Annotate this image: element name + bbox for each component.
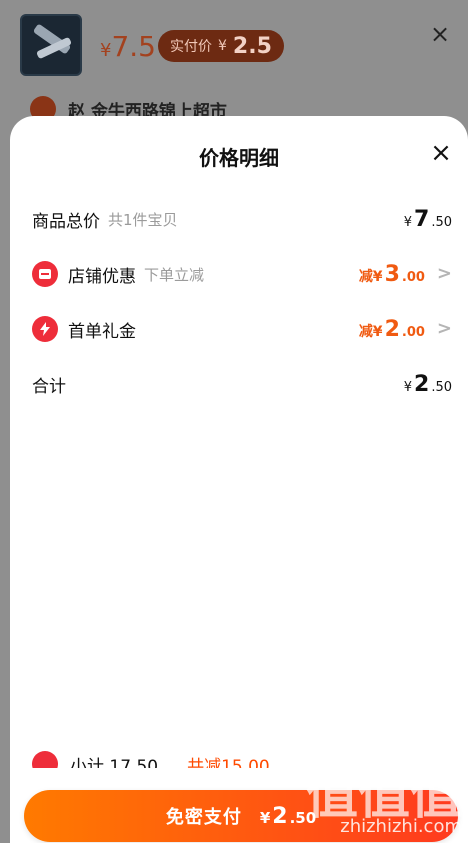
first-order-amount: 减¥ 2.00 > (358, 316, 452, 342)
badge-currency: ¥ (218, 38, 227, 54)
goods-total-amount: ¥7.50 (403, 206, 452, 232)
subtotal-icon (32, 751, 58, 768)
store-discount-sub: 下单立减 (144, 265, 205, 284)
pay-button-label: 免密支付 (165, 807, 242, 828)
badge-label: 实付价 (170, 39, 212, 55)
background-close-icon[interactable]: × (428, 22, 452, 46)
goods-total-label: 商品总价 (32, 211, 100, 232)
subtotal-discount-text: 共减15.00 (187, 756, 270, 769)
first-order-label: 首单礼金 (68, 321, 136, 342)
store-icon (32, 261, 58, 287)
sheet-title: 价格明细 (199, 146, 279, 170)
actual-price-badge: 实付价 ¥ 2.5 (158, 30, 284, 62)
chevron-right-icon: > (436, 262, 452, 284)
background-price: ¥7.5 (100, 30, 156, 63)
sum-amount: ¥2.50 (403, 371, 452, 397)
chevron-right-icon: > (436, 317, 452, 339)
close-icon[interactable]: × (428, 140, 454, 166)
watermark: 值值值 zhizhizhi.com (306, 770, 462, 837)
badge-value: 2.5 (232, 33, 272, 59)
store-discount-amount: 减¥ 3.00 > (358, 261, 452, 287)
store-discount-label: 店铺优惠 (68, 266, 136, 287)
lightning-icon (32, 316, 58, 342)
subtotal-peek: 小计 17.50， 共减15.00 (32, 748, 442, 768)
goods-total-sub: 共1件宝贝 (108, 210, 178, 229)
product-thumbnail (20, 14, 82, 76)
price-detail-sheet: 价格明细 × 商品总价 共1件宝贝 ¥7.50 店铺优惠 下单立减 减¥ 3.00… (10, 116, 468, 843)
sum-label: 合计 (32, 376, 66, 397)
subtotal-text: 小计 17.50， (70, 756, 176, 769)
row-sum: 合计 ¥2.50 (32, 369, 452, 399)
row-first-order-gift[interactable]: 首单礼金 减¥ 2.00 > (32, 314, 452, 344)
row-goods-total: 商品总价 共1件宝贝 ¥7.50 (32, 204, 452, 234)
watermark-logo: 值值值 (305, 766, 462, 826)
row-store-discount[interactable]: 店铺优惠 下单立减 减¥ 3.00 > (32, 259, 452, 289)
